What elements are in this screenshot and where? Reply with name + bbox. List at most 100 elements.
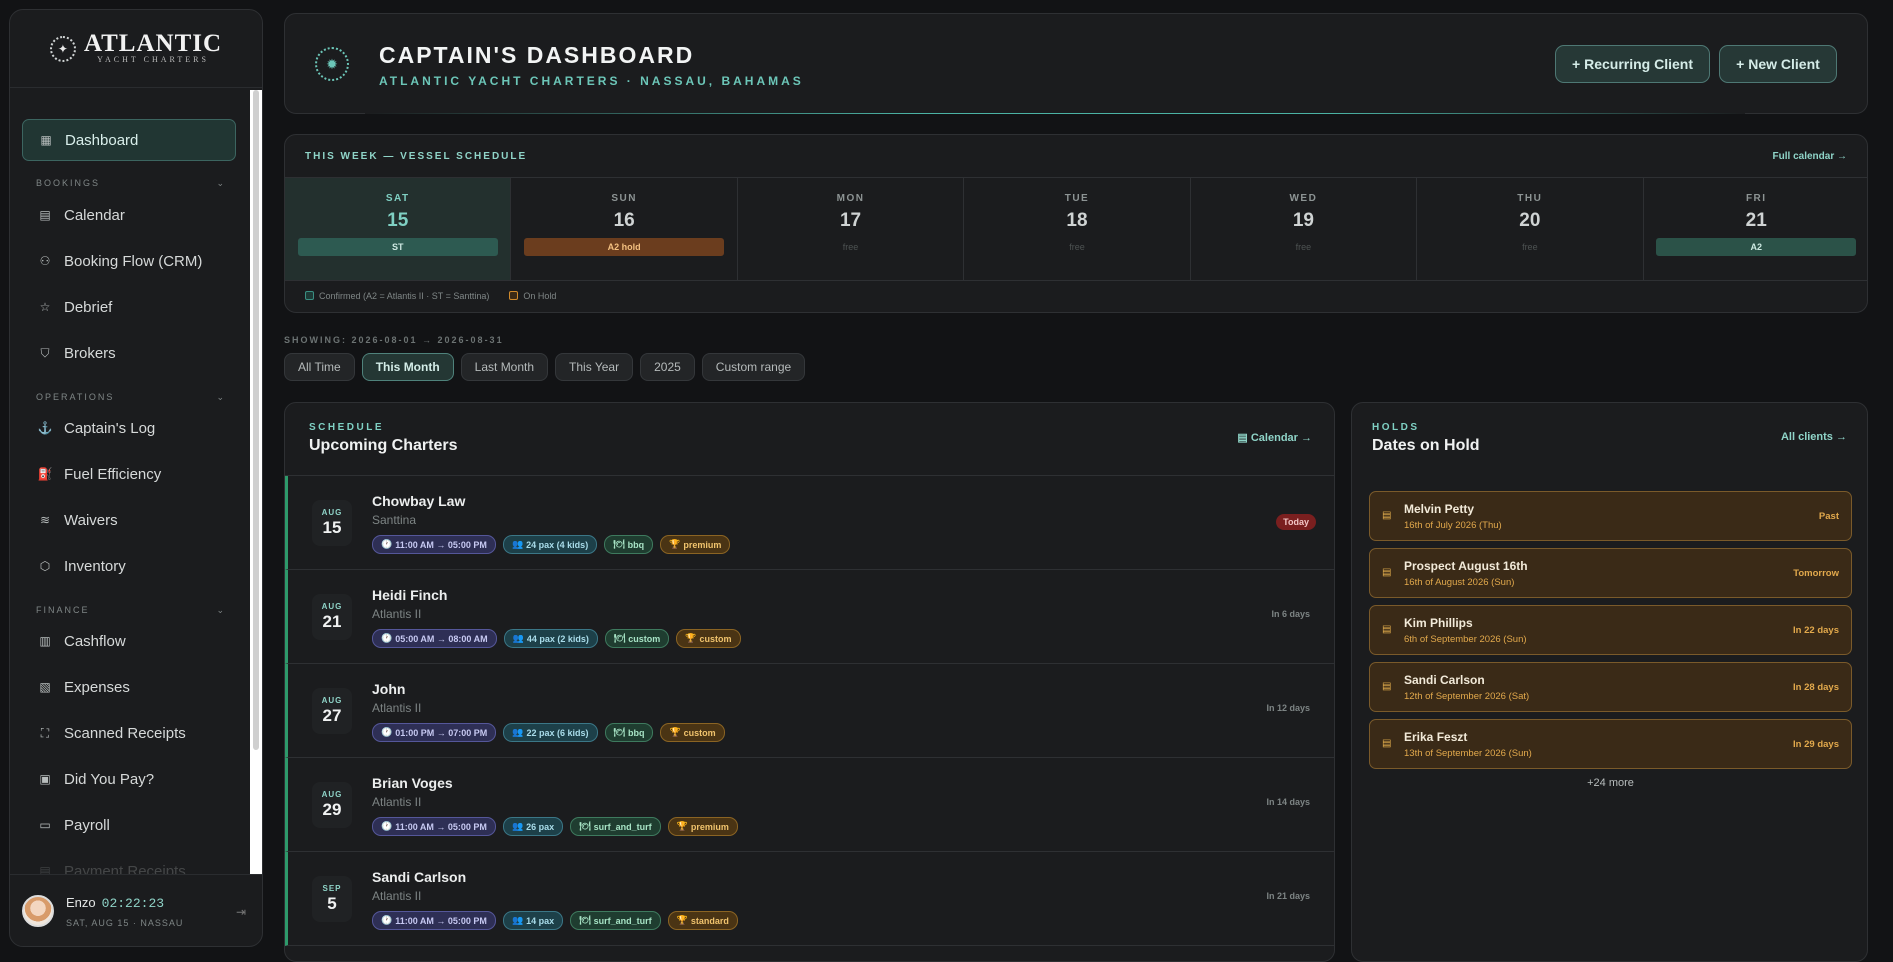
- legend-hold: On Hold: [509, 291, 556, 301]
- clock-icon: 🕐: [381, 821, 393, 831]
- hold-relative: Past: [1818, 511, 1839, 522]
- filter-custom-range[interactable]: Custom range: [701, 353, 806, 381]
- hold-item[interactable]: ▤ Prospect August 16th 16th of August 2026…: [1369, 548, 1852, 598]
- sidebar-item-calendar[interactable]: ▤ Calendar: [22, 194, 236, 236]
- charter-row[interactable]: AUG 15 Chowbay Law Santtina 🕐 11:00 AM → 0…: [285, 476, 1334, 570]
- legend-label: Confirmed (A2 = Atlantis II · ST = Santt…: [319, 291, 490, 301]
- day-number: 16: [613, 210, 635, 231]
- calendar-link[interactable]: ▤ Calendar →: [1237, 431, 1312, 444]
- day-cell-fri[interactable]: FRI 21 A2: [1644, 178, 1867, 280]
- client-name: Heidi Finch: [372, 587, 448, 603]
- sidebar-item-captains-log[interactable]: ⚓ Captain's Log: [22, 407, 236, 449]
- calendar-icon: ▤: [1237, 432, 1251, 444]
- filter-this-year[interactable]: This Year: [555, 353, 634, 381]
- charter-row[interactable]: SEP 5 Sandi Carlson Atlantis II 🕐 11:00 AM…: [285, 852, 1334, 946]
- section-operations[interactable]: OPERATIONS ⌄: [36, 392, 226, 403]
- sidebar-item-did-you-pay[interactable]: ▣ Did You Pay?: [22, 758, 236, 800]
- sidebar-item-waivers[interactable]: ≋ Waivers: [22, 499, 236, 541]
- day-cell-tue[interactable]: TUE 18 free: [964, 178, 1191, 280]
- dates-on-hold: HOLDS Dates on Hold All clients → ▤ Melvi…: [1351, 402, 1868, 962]
- sidebar-item-label: Cashflow: [64, 632, 126, 650]
- sidebar-item-expenses[interactable]: ▧ Expenses: [22, 666, 236, 708]
- hold-item[interactable]: ▤ Sandi Carlson 12th of September 2026 (Sa…: [1369, 662, 1852, 712]
- sidebar-item-payroll[interactable]: ▭ Payroll: [22, 804, 236, 846]
- pax-label: 14 pax: [526, 915, 555, 926]
- hold-name: Sandi Carlson: [1404, 673, 1485, 687]
- avatar[interactable]: [22, 894, 54, 927]
- client-name: John: [372, 681, 406, 697]
- sidebar-item-booking-flow[interactable]: ⚇ Booking Flow (CRM): [22, 240, 236, 282]
- hold-date: 16th of July 2026 (Thu): [1404, 520, 1502, 531]
- legend-label: On Hold: [523, 291, 557, 301]
- sidebar-item-dashboard[interactable]: ▦ Dashboard: [22, 119, 236, 161]
- section-bookings[interactable]: BOOKINGS ⌄: [36, 178, 226, 189]
- package-tag: 🏆 custom: [660, 723, 725, 742]
- time-label: 11:00 AM → 05:00 PM: [395, 915, 487, 926]
- section-label: BOOKINGS: [36, 178, 101, 188]
- time-tag: 🕐 11:00 AM → 05:00 PM: [372, 911, 496, 930]
- date-month: AUG: [321, 508, 343, 517]
- day-cell-wed[interactable]: WED 19 free: [1191, 178, 1418, 280]
- day-name: TUE: [1064, 193, 1090, 204]
- chevron-down-icon: ⌄: [216, 178, 226, 188]
- hold-item[interactable]: ▤ Kim Phillips 6th of September 2026 (Sun)…: [1369, 605, 1852, 655]
- client-name: Chowbay Law: [372, 493, 466, 509]
- sidebar-item-brokers[interactable]: ⛉ Brokers: [22, 332, 236, 374]
- package-label: premium: [683, 539, 722, 550]
- filter-all-time[interactable]: All Time: [284, 353, 355, 381]
- hold-date: 12th of September 2026 (Sat): [1404, 691, 1530, 702]
- sidebar-item-payment-receipts[interactable]: ▤ Payment Receipts: [22, 850, 236, 875]
- time-label: 11:00 AM → 05:00 PM: [395, 821, 487, 832]
- status-text: In 14 days: [1266, 797, 1310, 807]
- hold-item[interactable]: ▤ Erika Feszt 13th of September 2026 (Sun)…: [1369, 719, 1852, 769]
- sidebar-item-scanned-receipts[interactable]: ⛶ Scanned Receipts: [22, 712, 236, 754]
- brand-logo[interactable]: ✦ ATLANTIC YACHT CHARTERS: [10, 10, 262, 88]
- status-badge: Today: [1276, 514, 1316, 530]
- sidebar-item-debrief[interactable]: ☆ Debrief: [22, 286, 236, 328]
- chevron-down-icon: ⌄: [216, 392, 226, 402]
- sidebar-item-label: Debrief: [64, 298, 113, 316]
- people-icon: 👥: [512, 633, 524, 643]
- recurring-client-button[interactable]: + Recurring Client: [1555, 45, 1710, 83]
- date-day: 5: [327, 894, 337, 913]
- more-holds-link[interactable]: +24 more: [1352, 777, 1869, 789]
- hold-item[interactable]: ▤ Melvin Petty 16th of July 2026 (Thu) Past: [1369, 491, 1852, 541]
- day-cell-thu[interactable]: THU 20 free: [1417, 178, 1644, 280]
- hold-badge[interactable]: A2 hold: [524, 238, 725, 256]
- food-label: bbq: [627, 539, 645, 550]
- filter-this-month[interactable]: This Month: [361, 353, 454, 381]
- section-label: SCHEDULE: [309, 422, 385, 433]
- all-clients-link[interactable]: All clients →: [1781, 431, 1847, 443]
- new-client-button[interactable]: + New Client: [1719, 45, 1837, 83]
- day-cell-mon[interactable]: MON 17 free: [738, 178, 965, 280]
- charter-row[interactable]: AUG 29 Brian Voges Atlantis II 🕐 11:00 AM …: [285, 758, 1334, 852]
- sidebar-item-label: Waivers: [64, 511, 118, 529]
- booking-badge[interactable]: A2: [1656, 238, 1857, 256]
- people-icon: 👥: [512, 727, 524, 737]
- star-icon: ☆: [39, 300, 51, 314]
- full-calendar-link[interactable]: Full calendar →: [1773, 151, 1847, 162]
- people-icon: 👥: [511, 821, 524, 831]
- receipt-icon: ▤: [39, 864, 51, 874]
- section-finance[interactable]: FINANCE ⌄: [36, 605, 226, 616]
- filter-2025[interactable]: 2025: [640, 353, 695, 381]
- sidebar-item-fuel-efficiency[interactable]: ⛽ Fuel Efficiency: [22, 453, 236, 495]
- day-name: MON: [836, 193, 865, 204]
- day-cell-sun[interactable]: SUN 16 A2 hold: [511, 178, 738, 280]
- booking-badge[interactable]: ST: [297, 238, 498, 256]
- sidebar-item-inventory[interactable]: ⬡ Inventory: [22, 545, 236, 587]
- filter-last-month[interactable]: Last Month: [460, 353, 549, 381]
- food-tag: 🍽 custom: [604, 629, 670, 648]
- vessel-name: Santtina: [372, 513, 417, 527]
- hold-relative: In 28 days: [1793, 682, 1839, 693]
- food-tag: 🍽 bbq: [604, 535, 654, 554]
- day-name: WED: [1289, 193, 1318, 204]
- sidebar-item-cashflow[interactable]: ▥ Cashflow: [22, 620, 236, 662]
- scrollbar-thumb[interactable]: [253, 90, 259, 750]
- sidebar-scrollbar[interactable]: [250, 90, 262, 874]
- charter-row[interactable]: AUG 27 John Atlantis II 🕐 01:00 PM → 07:00…: [285, 664, 1334, 758]
- charter-row[interactable]: AUG 21 Heidi Finch Atlantis II 🕐 05:00 AM …: [285, 570, 1334, 664]
- day-cell-sat[interactable]: SAT 15 ST: [285, 178, 512, 280]
- logout-icon[interactable]: ⇥: [236, 905, 246, 919]
- sidebar-item-label: Scanned Receipts: [64, 724, 186, 742]
